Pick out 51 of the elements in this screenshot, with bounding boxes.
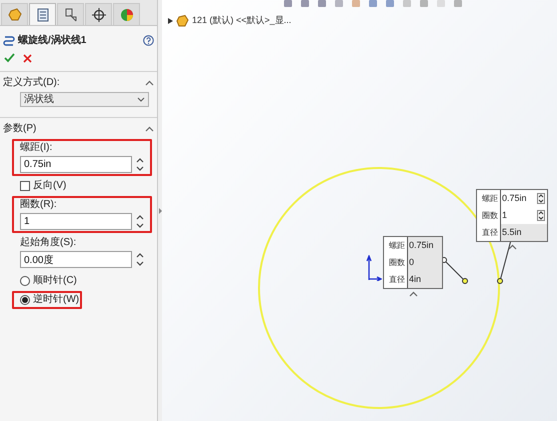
callout-value-field[interactable]: 0 [408,254,442,271]
spin-buttons[interactable] [135,253,145,266]
spin-buttons[interactable] [537,193,545,204]
help-icon[interactable] [143,35,154,46]
panel-tab[interactable] [57,3,84,25]
toolbar-icon[interactable] [282,0,294,8]
close-icon[interactable] [23,54,32,62]
pie-icon [120,8,134,22]
config-icon [64,8,78,22]
direction-radio[interactable]: 逆时针(W) [20,294,153,306]
panel-tab[interactable] [29,3,56,25]
callout-value-field[interactable]: 0.75in [501,190,547,207]
field-label: 起始角度(S): [20,237,78,249]
callout-value-field[interactable]: 1 [501,207,547,224]
toolbar-icon[interactable] [367,0,379,8]
collapse-icon[interactable] [408,291,418,297]
direction-radio[interactable]: 顺时针(C) [20,275,153,287]
toolbar-icon[interactable] [299,0,311,8]
collapse-icon[interactable] [145,126,154,132]
check-icon[interactable] [4,53,15,63]
dropdown-caret-icon [137,97,145,102]
callout-value-field[interactable]: 5.5in [501,224,547,241]
toolbar-icon[interactable] [384,0,396,8]
leader-line [497,240,512,284]
helix-icon [3,34,15,46]
callout-value-field[interactable]: 4in [408,271,442,288]
define-by-dropdown[interactable]: 涡状线 [20,92,149,107]
expand-arrow-icon[interactable] [168,18,173,24]
part-icon [176,14,189,27]
callout-value-field[interactable]: 0.75in [408,237,442,254]
list-icon [36,8,50,22]
panel-tab[interactable] [85,3,112,25]
field-label: 圈数(R): [20,199,58,211]
reverse-checkbox[interactable]: 反向(V) [20,180,153,192]
spin-buttons[interactable] [537,210,545,221]
collapse-icon[interactable] [145,80,154,86]
toolbar-icon[interactable] [316,0,328,8]
collapse-icon[interactable] [508,244,516,250]
feature-title: 螺旋线/涡状线1 [18,34,88,48]
section-header: 定义方式(D): [3,76,60,90]
field-label: 螺距(I): [20,142,54,154]
value-field[interactable]: 0.00度 [20,251,132,268]
part-icon [8,8,22,22]
origin-axes-icon [366,255,382,281]
crosshair-icon [92,8,106,22]
value-field[interactable]: 0.75in [20,156,132,173]
spin-buttons[interactable] [135,158,145,171]
tree-item[interactable]: 121 (默认) <<默认>_显... [192,14,292,28]
section-header: 参数(P) [3,122,36,136]
spin-buttons[interactable] [135,215,145,228]
value-field[interactable]: 1 [20,213,132,230]
